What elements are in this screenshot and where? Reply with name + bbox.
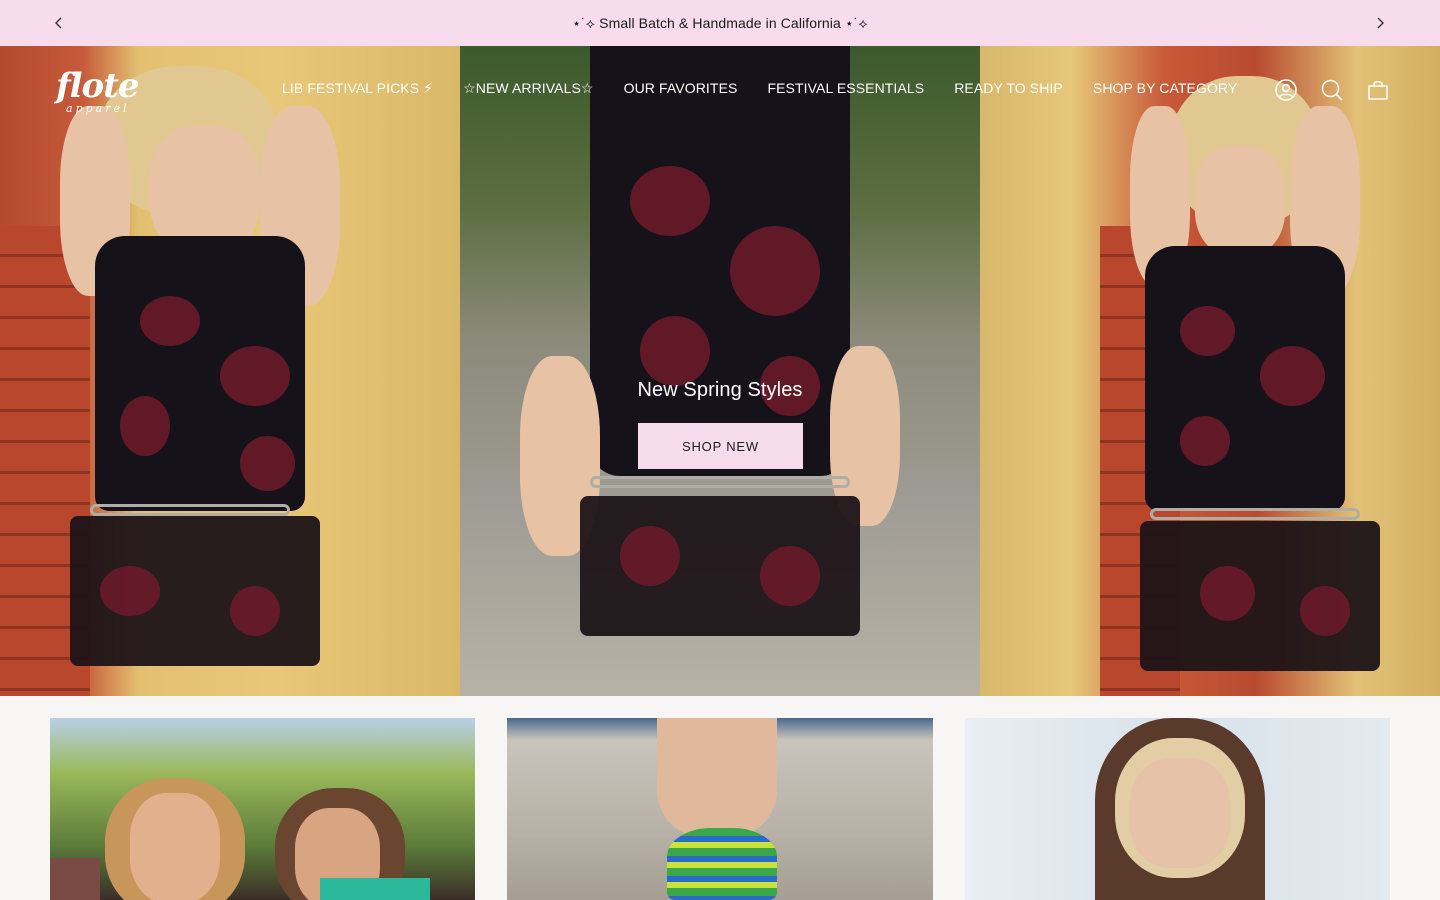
hero-image-left [0,46,460,696]
site-header: flote apparel LIB FESTIVAL PICKS ⚡︎ ☆NEW… [0,46,1440,134]
chevron-left-icon[interactable] [49,13,69,33]
logo-wordmark: flote [56,66,140,106]
hero-image-center [460,46,980,696]
announcement-bar: ⋆˙⟡ Small Batch & Handmade in California… [0,0,1440,46]
nav-item-new-arrivals[interactable]: ☆NEW ARRIVALS☆ [463,80,594,97]
hero-banner [0,46,1440,696]
cart-icon[interactable] [1365,77,1391,103]
hero-title: New Spring Styles [637,379,803,401]
brand-logo[interactable]: flote apparel [56,66,148,120]
nav-item-festival-essentials[interactable]: FESTIVAL ESSENTIALS [767,80,924,97]
nav-item-shop-by-category[interactable]: SHOP BY CATEGORY [1093,80,1238,97]
chevron-right-icon[interactable] [1370,13,1390,33]
announcement-text: ⋆˙⟡ Small Batch & Handmade in California… [572,14,868,31]
hero-image-right [980,46,1440,696]
collection-card-3[interactable] [965,718,1390,900]
account-icon[interactable] [1273,77,1299,103]
nav-item-lib-festival-picks[interactable]: LIB FESTIVAL PICKS ⚡︎ [282,80,433,97]
search-icon[interactable] [1319,77,1345,103]
logo-subtitle: apparel [66,102,130,115]
collection-card-2[interactable] [507,718,933,900]
collection-card-1[interactable] [50,718,475,900]
nav-item-our-favorites[interactable]: OUR FAVORITES [624,80,738,97]
main-nav: LIB FESTIVAL PICKS ⚡︎ ☆NEW ARRIVALS☆ OUR… [282,80,1267,97]
nav-item-ready-to-ship[interactable]: READY TO SHIP [954,80,1063,97]
shop-new-button[interactable]: SHOP NEW [638,423,803,469]
